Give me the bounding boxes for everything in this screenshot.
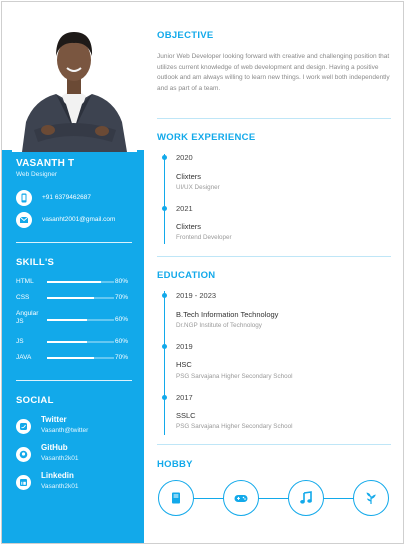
timeline-dot bbox=[162, 293, 167, 298]
work-role: Frontend Developer bbox=[176, 234, 232, 241]
objective-text: Junior Web Developer looking forward wit… bbox=[157, 53, 390, 92]
work-heading: WORK EXPERIENCE bbox=[157, 132, 256, 143]
timeline-dot bbox=[162, 206, 167, 211]
resume-page: VASANTH T Web Designer +91 6379462687 va… bbox=[1, 1, 404, 544]
music-icon bbox=[299, 491, 313, 505]
skill-bar bbox=[47, 357, 94, 359]
work-year: 2020 bbox=[176, 153, 193, 162]
hobby-music bbox=[288, 480, 324, 516]
social-heading: SOCIAL bbox=[16, 395, 54, 406]
profile-name: VASANTH T bbox=[16, 158, 75, 169]
education-degree: SSLC bbox=[176, 411, 196, 420]
timeline-dot bbox=[162, 344, 167, 349]
github-icon bbox=[16, 447, 31, 462]
sidebar: VASANTH T Web Designer +91 6379462687 va… bbox=[2, 2, 144, 543]
skill-bar bbox=[47, 341, 88, 343]
phone-contact[interactable]: +91 6379462687 bbox=[16, 190, 144, 206]
skill-row: CSS 70% bbox=[16, 294, 129, 301]
social-linkedin[interactable]: Linkedin Vasanth2k01 bbox=[16, 471, 144, 497]
email-icon bbox=[16, 212, 32, 228]
education-heading: EDUCATION bbox=[157, 270, 216, 281]
divider bbox=[157, 256, 391, 257]
skills-heading: SKILL'S bbox=[16, 257, 55, 268]
education-degree: B.Tech Information Technology bbox=[176, 310, 279, 319]
main-content: OBJECTIVE Junior Web Developer looking f… bbox=[144, 2, 403, 543]
education-school: PSG Sarvajana Higher Secondary School bbox=[176, 373, 293, 380]
hobby-gardening bbox=[353, 480, 389, 516]
education-year: 2019 - 2023 bbox=[176, 291, 217, 300]
plant-icon bbox=[364, 491, 378, 505]
objective-heading: OBJECTIVE bbox=[157, 30, 214, 41]
timeline-dot bbox=[162, 155, 167, 160]
email-contact[interactable]: vasanht2001@gmail.com bbox=[16, 212, 144, 228]
divider bbox=[16, 380, 132, 381]
phone-icon bbox=[16, 190, 32, 206]
phone-text: +91 6379462687 bbox=[42, 194, 91, 201]
work-role: UI/UX Designer bbox=[176, 184, 220, 191]
skill-row: JAVA 70% bbox=[16, 354, 129, 361]
education-year: 2017 bbox=[176, 393, 193, 402]
divider bbox=[157, 118, 391, 119]
skill-row: Angular JS 60% bbox=[16, 310, 129, 325]
education-timeline bbox=[164, 291, 165, 435]
twitter-icon bbox=[16, 419, 31, 434]
book-icon bbox=[169, 491, 183, 505]
social-github[interactable]: GitHub Vasanth2k01 bbox=[16, 443, 144, 469]
skill-row: JS 60% bbox=[16, 338, 129, 345]
divider bbox=[157, 444, 391, 445]
linkedin-icon bbox=[16, 475, 31, 490]
work-year: 2021 bbox=[176, 204, 193, 213]
divider bbox=[16, 242, 132, 243]
work-company: Clixters bbox=[176, 172, 202, 181]
hobby-heading: HOBBY bbox=[157, 459, 193, 470]
timeline-dot bbox=[162, 395, 167, 400]
skill-bar bbox=[47, 281, 101, 283]
education-school: Dr.NGP Institute of Technology bbox=[176, 322, 262, 329]
hobby-reading bbox=[158, 480, 194, 516]
hobby-gaming bbox=[223, 480, 259, 516]
gamepad-icon bbox=[234, 491, 248, 505]
profile-title: Web Designer bbox=[16, 171, 58, 178]
skill-bar bbox=[47, 319, 88, 321]
skill-bar bbox=[47, 297, 94, 299]
social-twitter[interactable]: Twitter Vasanth@twitter bbox=[16, 415, 144, 441]
education-school: PSG Sarvajana Higher Secondary School bbox=[176, 423, 293, 430]
work-company: Clixters bbox=[176, 222, 202, 231]
education-year: 2019 bbox=[176, 342, 193, 351]
education-degree: HSC bbox=[176, 360, 192, 369]
profile-photo bbox=[12, 12, 137, 152]
email-text: vasanht2001@gmail.com bbox=[42, 216, 116, 223]
work-timeline bbox=[164, 154, 165, 244]
skill-row: HTML 80% bbox=[16, 278, 129, 285]
